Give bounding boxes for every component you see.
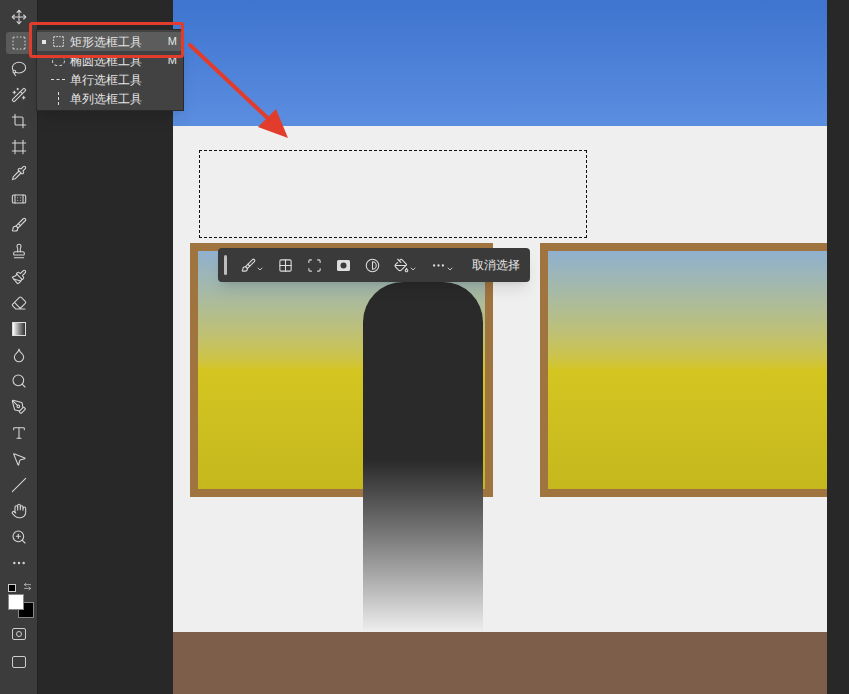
zoom-tool-icon[interactable]: [6, 526, 32, 548]
scan-icon[interactable]: [307, 258, 322, 273]
screen-mode-icon[interactable]: [12, 656, 26, 668]
swap-icon[interactable]: [23, 582, 32, 591]
brush-tool-icon[interactable]: [6, 214, 32, 236]
photoshop-window: 矩形选框工具M椭圆选框工具M单行选框工具单列选框工具取消选择: [0, 0, 849, 694]
bucket-icon[interactable]: [394, 258, 417, 273]
hand-tool-icon[interactable]: [6, 500, 32, 522]
marquee-tool-icon[interactable]: [6, 32, 32, 54]
flyout-item[interactable]: 矩形选框工具M: [37, 32, 183, 51]
drag-handle-icon[interactable]: [224, 255, 227, 275]
frame-tool-icon[interactable]: [6, 136, 32, 158]
blur-tool-icon[interactable]: [6, 344, 32, 366]
deselect-button[interactable]: 取消选择: [468, 256, 524, 274]
more-icon[interactable]: [431, 258, 454, 273]
crop-tool-icon[interactable]: [6, 110, 32, 132]
stamp-tool-icon[interactable]: [6, 240, 32, 262]
row-marquee-icon: [51, 79, 65, 80]
canvas-photo: [173, 0, 827, 694]
checker-icon[interactable]: [278, 258, 293, 273]
type-tool-icon[interactable]: [6, 422, 32, 444]
highlight-box: [29, 22, 184, 58]
contextual-task-bar: 取消选择: [218, 248, 530, 282]
marquee-selection[interactable]: [199, 150, 587, 238]
rect-marquee-icon: [52, 35, 65, 48]
toolbar: [0, 0, 38, 694]
move-tool-icon[interactable]: [6, 6, 32, 28]
lasso-tool-icon[interactable]: [6, 58, 32, 80]
flyout-item[interactable]: 单行选框工具: [37, 70, 183, 89]
healing-tool-icon[interactable]: [6, 188, 32, 210]
eyedropper-tool-icon[interactable]: [6, 162, 32, 184]
wand-tool-icon[interactable]: [6, 84, 32, 106]
history-tool-icon[interactable]: [6, 266, 32, 288]
flyout-item[interactable]: 单列选框工具: [37, 89, 183, 108]
arrow-icon: [0, 0, 849, 694]
line-tool-icon[interactable]: [6, 474, 32, 496]
mask-icon[interactable]: [336, 258, 351, 273]
gradient-tool-icon[interactable]: [6, 318, 32, 340]
eraser-tool-icon[interactable]: [6, 292, 32, 314]
brush-icon[interactable]: [241, 258, 264, 273]
contrast-icon[interactable]: [365, 258, 380, 273]
color-swatches[interactable]: [4, 582, 34, 616]
quick-mask-icon[interactable]: [12, 628, 26, 640]
column-marquee-icon: [58, 92, 59, 105]
more-tool-icon[interactable]: [6, 552, 32, 574]
dodge-tool-icon[interactable]: [6, 370, 32, 392]
ellipse-marquee-icon: [52, 55, 65, 66]
current-tool-icon: [42, 40, 46, 44]
flyout-item[interactable]: 椭圆选框工具M: [37, 51, 183, 70]
pen-tool-icon[interactable]: [6, 396, 32, 418]
path-tool-icon[interactable]: [6, 448, 32, 470]
tool-flyout-menu: 矩形选框工具M椭圆选框工具M单行选框工具单列选框工具: [36, 29, 184, 111]
